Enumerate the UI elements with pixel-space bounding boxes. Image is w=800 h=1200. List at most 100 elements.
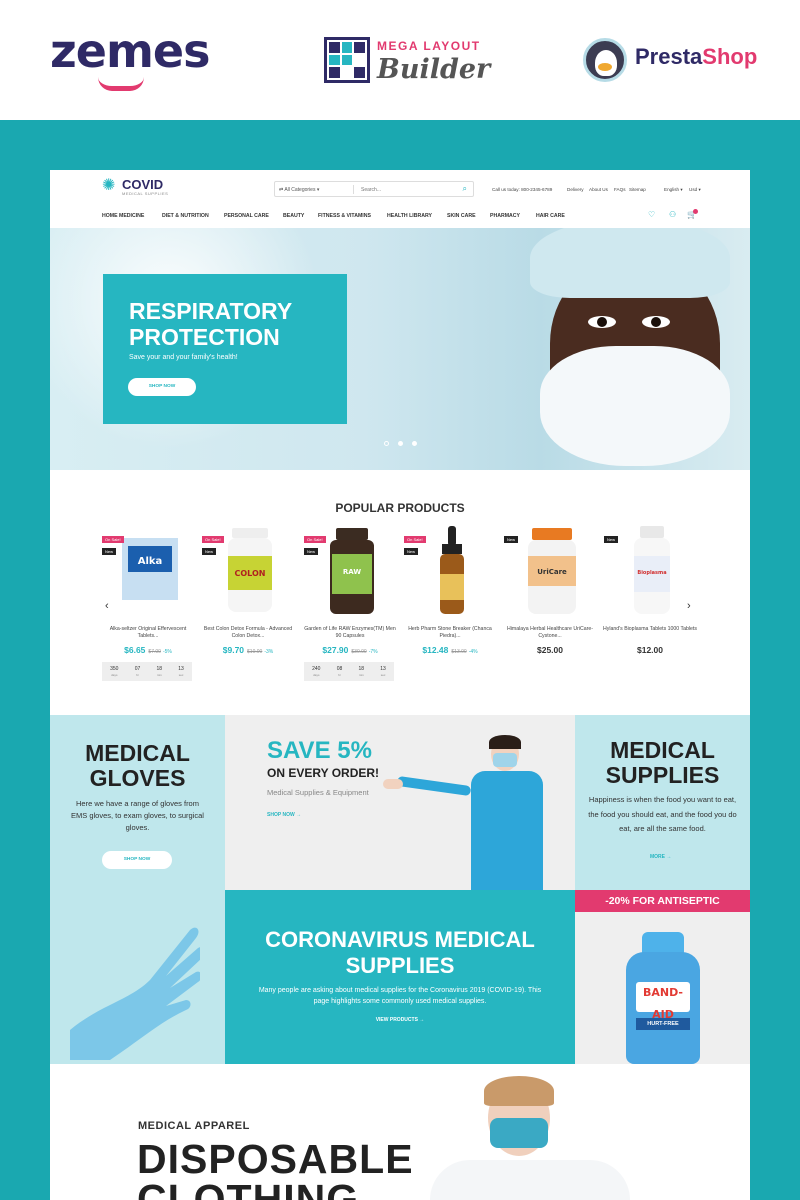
hero-shop-now-button[interactable]: SHOP NOW <box>128 378 196 396</box>
slider-dot-3[interactable] <box>412 441 417 446</box>
on-sale-badge: On Sale! <box>202 536 224 543</box>
site-preview: ✺ COVID MEDICAL SUPPLIES ⇄ All Categorie… <box>50 170 750 1200</box>
popular-products-title: POPULAR PRODUCTS <box>335 501 465 515</box>
nav-item-personal-care[interactable]: PERSONAL CARE <box>224 213 269 219</box>
medical-gloves-banner: MEDICAL GLOVES Here we have a range of g… <box>50 715 225 890</box>
coronavirus-supplies-banner: CORONAVIRUS MEDICAL SUPPLIES Many people… <box>225 890 575 1064</box>
hurt-free-label: HURT-FREE <box>636 1018 690 1030</box>
mega-layout-label: MEGA LAYOUT <box>377 39 481 53</box>
antiseptic-discount-tag[interactable]: -20% FOR ANTISEPTIC <box>575 890 750 912</box>
product-price: $25.00 <box>537 645 563 655</box>
product-card[interactable]: Bioplasma New Hyland's Bioplasma Tablets… <box>602 526 698 686</box>
product-name[interactable]: Garden of Life RAW Enzymes(TM) Men 90 Ca… <box>302 626 398 640</box>
gloves-title: MEDICAL GLOVES <box>85 740 190 791</box>
prestashop-logo[interactable]: PrestaShop <box>635 44 757 70</box>
product-price-row: $12.48 $13.00 -4% <box>402 645 498 655</box>
product-image[interactable]: Bioplasma <box>620 526 684 616</box>
gloves-text: Here we have a range of gloves from EMS … <box>71 799 204 832</box>
language-label: English <box>664 187 680 192</box>
cart-count-badge <box>693 209 698 214</box>
zemes-logo-smile <box>98 77 144 91</box>
timer-minutes: 18 min <box>156 665 163 677</box>
product-name[interactable]: Himalaya Herbal Healthcare UriCare-Cysto… <box>502 626 598 640</box>
view-products-link[interactable]: VIEW PRODUCTS → <box>225 1017 575 1023</box>
product-name[interactable]: Alka-seltzer Original Effervescent Table… <box>100 626 196 640</box>
nav-item-hair-care[interactable]: HAIR CARE <box>536 213 565 219</box>
product-image[interactable]: RAW <box>320 526 384 616</box>
product-old-price: $13.00 <box>451 649 467 655</box>
product-price-row: $25.00 <box>502 645 598 655</box>
nav-item-fitness-vitamins[interactable]: FITNESS & VITAMINS <box>318 213 371 219</box>
nav-item-skin-care[interactable]: SKIN CARE <box>447 213 476 219</box>
product-card[interactable]: COLON On Sale! New Best Colon Detox Form… <box>200 526 296 686</box>
search-category-select[interactable]: ⇄ All Categories ▾ <box>279 187 319 193</box>
nav-item-home-medicine[interactable]: HOME MEDICINE <box>102 213 144 219</box>
product-image[interactable] <box>420 526 484 616</box>
product-old-price: $7.00 <box>148 649 161 655</box>
product-image[interactable]: Alka <box>118 526 182 616</box>
header-link-delivery[interactable]: Delivery <box>567 187 584 192</box>
brand-strip: zemes MEGA LAYOUT Builder PrestaShop <box>0 0 800 120</box>
currency-select[interactable]: Usd ▾ <box>689 187 701 193</box>
apparel-title: DISPOSABLE CLOTHING <box>137 1136 414 1200</box>
site-logo-subtitle: MEDICAL SUPPLIES <box>122 191 169 196</box>
site-logo-title[interactable]: COVID <box>122 177 163 192</box>
product-name[interactable]: Hyland's Bioplasma Tablets 1000 Tablets <box>602 626 698 633</box>
header-link-faqs[interactable]: FAQs <box>614 187 626 192</box>
product-image[interactable]: UriCare <box>520 526 584 616</box>
product-image[interactable]: COLON <box>218 526 282 616</box>
nav-item-diet-nutrition[interactable]: DIET & NUTRITION <box>162 213 209 219</box>
language-select[interactable]: English ▾ <box>664 187 683 193</box>
new-badge: New <box>304 548 319 555</box>
supplies-title: MEDICAL SUPPLIES <box>605 737 720 788</box>
new-badge: New <box>604 536 619 543</box>
nav-item-health-library[interactable]: HEALTH LIBRARY <box>387 213 432 219</box>
product-price: $9.70 <box>222 645 245 655</box>
product-price: $6.65 <box>124 645 146 655</box>
search-icon[interactable]: ⌕ <box>463 184 467 194</box>
doctor-with-mask-image <box>470 228 750 470</box>
apparel-subtitle: MEDICAL APPAREL <box>138 1120 250 1132</box>
header-link-sitemap[interactable]: Sitemap <box>629 187 646 192</box>
on-sale-badge: On Sale! <box>304 536 326 543</box>
timer-days: 240 days <box>312 665 321 677</box>
save-title: SAVE 5% <box>267 737 372 764</box>
product-name[interactable]: Herb Pharm Stone Breaker (Chanca Piedra)… <box>402 626 498 640</box>
user-icon[interactable]: ⚇ <box>669 210 676 219</box>
heart-icon[interactable]: ♡ <box>648 210 655 219</box>
svg-text:COLON: COLON <box>235 569 266 578</box>
product-old-price: $10.00 <box>247 649 263 655</box>
save-shop-now-link[interactable]: SHOP NOW → <box>267 812 301 818</box>
virus-icon: ✺ <box>102 177 116 194</box>
hero-subtitle: Save your and your family's health! <box>129 354 238 361</box>
product-price: $12.48 <box>422 645 449 655</box>
header-link-about[interactable]: About Us <box>589 187 608 192</box>
supplies-text: Happiness is when the food you want to e… <box>588 795 737 833</box>
new-badge: New <box>504 536 519 543</box>
call-us-text: Call us today: 800-2345-6789 <box>492 187 553 192</box>
nav-item-beauty[interactable]: BEAUTY <box>283 213 304 219</box>
timer-hours: 07 hr <box>134 665 141 677</box>
zemes-logo[interactable]: zemes <box>50 24 210 78</box>
on-sale-badge: On Sale! <box>404 536 426 543</box>
corona-title: CORONAVIRUS MEDICAL SUPPLIES <box>265 927 535 978</box>
mega-layout-builder-icon <box>324 37 370 83</box>
slider-dot-2[interactable] <box>398 441 403 446</box>
product-name[interactable]: Best Colon Detox Formula - Advanced Colo… <box>200 626 296 640</box>
product-card[interactable]: On Sale! New Herb Pharm Stone Breaker (C… <box>402 526 498 686</box>
timer-minutes: 18 min <box>358 665 365 677</box>
product-price: $27.90 <box>322 645 349 655</box>
new-badge: New <box>404 548 419 555</box>
slider-dot-1[interactable] <box>384 441 389 446</box>
product-price-row: $27.90 $30.00 -7% <box>302 645 398 655</box>
corona-text: Many people are asking about medical sup… <box>258 987 542 1005</box>
on-sale-badge: On Sale! <box>102 536 124 543</box>
product-discount: -7% <box>368 649 378 655</box>
search-input[interactable]: Search... <box>361 187 381 193</box>
supplies-more-link[interactable]: MORE → <box>650 854 671 860</box>
nav-item-pharmacy[interactable]: PHARMACY <box>490 213 520 219</box>
gloves-shop-now-button[interactable]: SHOP NOW <box>102 851 172 869</box>
product-card[interactable]: UriCare New Himalaya Herbal Healthcare U… <box>502 526 598 686</box>
svg-text:RAW: RAW <box>343 568 361 576</box>
currency-label: Usd <box>689 187 698 192</box>
